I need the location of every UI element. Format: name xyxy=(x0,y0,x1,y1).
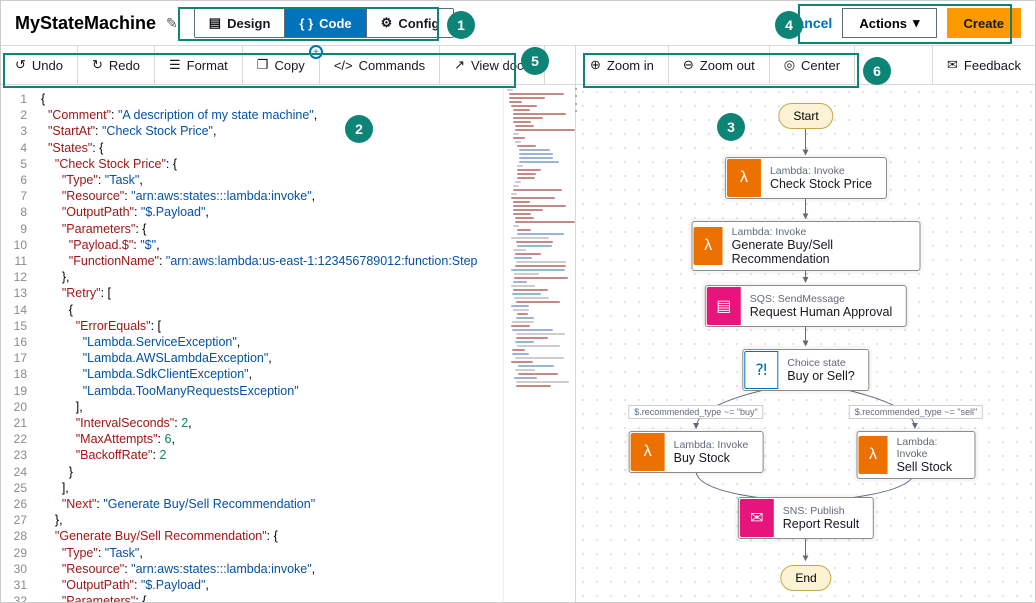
callout-6: 6 xyxy=(863,57,891,85)
callout-5: 5 xyxy=(521,47,549,75)
node-report-result[interactable]: ✉ SNS: PublishReport Result xyxy=(738,497,874,539)
callout-4: 4 xyxy=(775,11,803,39)
minimap[interactable] xyxy=(503,85,575,602)
node-generate-recommendation[interactable]: λ Lambda: InvokeGenerate Buy/Sell Recomm… xyxy=(692,221,921,271)
format-button[interactable]: ☰Format xyxy=(155,45,243,85)
center-icon: ◎ xyxy=(784,57,795,73)
external-icon: ↗ xyxy=(454,57,465,73)
callout-2: 2 xyxy=(345,115,373,143)
lambda-icon: λ xyxy=(694,227,723,265)
callout-3: 3 xyxy=(717,113,745,141)
tab-config[interactable]: ⚙Config xyxy=(367,9,454,37)
zoom-out-icon: ⊖ xyxy=(683,57,694,73)
edge-label-buy: $.recommended_type ~= "buy" xyxy=(628,405,763,419)
copy-icon: ❐ xyxy=(257,57,269,73)
add-panel-handle[interactable]: + xyxy=(309,45,323,59)
choice-icon: ⁈ xyxy=(744,351,778,389)
redo-icon: ↻ xyxy=(92,57,103,73)
zoom-out-button[interactable]: ⊖Zoom out xyxy=(669,45,770,85)
end-node[interactable]: End xyxy=(780,565,831,591)
graph-pane[interactable]: Start λ Lambda: InvokeCheck Stock Price … xyxy=(576,85,1035,602)
undo-icon: ↺ xyxy=(15,57,26,73)
edge-label-sell: $.recommended_type ~= "sell" xyxy=(849,405,983,419)
workflow-icon: ▤ xyxy=(209,15,221,31)
feedback-icon: ✉ xyxy=(947,57,958,73)
node-check-stock-price[interactable]: λ Lambda: InvokeCheck Stock Price xyxy=(725,157,887,199)
tab-design[interactable]: ▤Design xyxy=(195,9,286,37)
center-button[interactable]: ◎Center xyxy=(770,45,855,85)
lambda-icon: λ xyxy=(727,159,761,197)
code-editor[interactable]: 1234567891011121314151617181920212223242… xyxy=(1,85,576,602)
header: MyStateMachine ✎ ▤Design { }Code ⚙Config… xyxy=(1,1,1035,45)
node-buy-stock[interactable]: λ Lambda: InvokeBuy Stock xyxy=(629,431,764,473)
format-icon: ☰ xyxy=(169,57,181,73)
code-content[interactable]: { "Comment": "A description of my state … xyxy=(33,85,503,602)
lambda-icon: λ xyxy=(859,436,888,474)
mode-tabs: ▤Design { }Code ⚙Config xyxy=(194,8,455,38)
commands-button[interactable]: </>Commands xyxy=(320,45,440,85)
gear-icon: ⚙ xyxy=(381,15,393,31)
undo-button[interactable]: ↺Undo xyxy=(1,45,78,85)
tab-code[interactable]: { }Code xyxy=(285,9,366,37)
lambda-icon: λ xyxy=(631,433,665,471)
caret-down-icon: ▾ xyxy=(913,15,920,31)
zoom-in-icon: ⊕ xyxy=(590,57,601,73)
edit-name-icon[interactable]: ✎ xyxy=(166,15,178,32)
actions-button[interactable]: Actions▾ xyxy=(842,8,936,38)
sqs-icon: ▤ xyxy=(707,287,741,325)
zoom-in-button[interactable]: ⊕Zoom in xyxy=(576,45,669,85)
create-button[interactable]: Create xyxy=(947,8,1021,38)
node-buy-or-sell[interactable]: ⁈ Choice stateBuy or Sell? xyxy=(742,349,869,391)
node-request-human-approval[interactable]: ▤ SQS: SendMessageRequest Human Approval xyxy=(705,285,907,327)
sns-icon: ✉ xyxy=(740,499,774,537)
redo-button[interactable]: ↻Redo xyxy=(78,45,155,85)
start-node[interactable]: Start xyxy=(778,103,833,129)
node-sell-stock[interactable]: λ Lambda: InvokeSell Stock xyxy=(857,431,976,479)
line-gutter: 1234567891011121314151617181920212223242… xyxy=(1,85,33,602)
feedback-button[interactable]: ✉Feedback xyxy=(932,45,1035,85)
page-title: MyStateMachine xyxy=(15,13,156,34)
callout-1: 1 xyxy=(447,11,475,39)
code-icon: </> xyxy=(334,58,353,73)
braces-icon: { } xyxy=(299,16,313,31)
pane-splitter[interactable] xyxy=(572,85,580,115)
